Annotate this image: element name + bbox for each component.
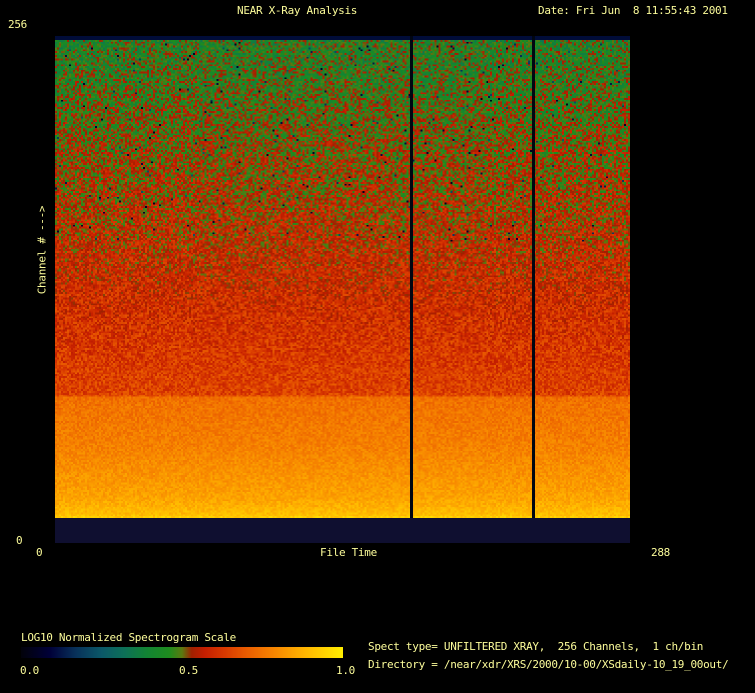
y-axis-min-label: 0 — [16, 534, 23, 547]
near-xray-analysis-window: NEAR X-Ray Analysis Date: Fri Jun 8 11:5… — [0, 0, 755, 693]
spectrogram-plot — [55, 36, 630, 543]
colorbar-gradient — [21, 647, 343, 658]
y-axis-max-label: 256 — [8, 18, 27, 31]
data-gap-line — [532, 36, 535, 518]
date-label: Date: Fri Jun 8 11:55:43 2001 — [538, 4, 728, 17]
colorbar-tick-min: 0.0 — [20, 664, 39, 677]
y-axis-title: Channel # ---> — [35, 205, 49, 295]
spect-type-label: Spect type= UNFILTERED XRAY, 256 Channel… — [368, 640, 704, 653]
x-axis-title: File Time — [320, 546, 377, 559]
colorbar-tick-max: 1.0 — [336, 664, 355, 677]
spectrogram-heatmap — [55, 40, 630, 518]
x-axis-min-label: 0 — [36, 546, 43, 559]
x-axis-max-label: 288 — [651, 546, 670, 559]
directory-label: Directory = /near/xdr/XRS/2000/10-00/XSd… — [368, 658, 729, 671]
colorbar-tick-mid: 0.5 — [179, 664, 198, 677]
page-title: NEAR X-Ray Analysis — [237, 4, 358, 17]
spectrogram-bottom-band — [55, 518, 630, 543]
data-gap-line — [410, 36, 413, 518]
colorbar-title: LOG10 Normalized Spectrogram Scale — [21, 631, 236, 644]
